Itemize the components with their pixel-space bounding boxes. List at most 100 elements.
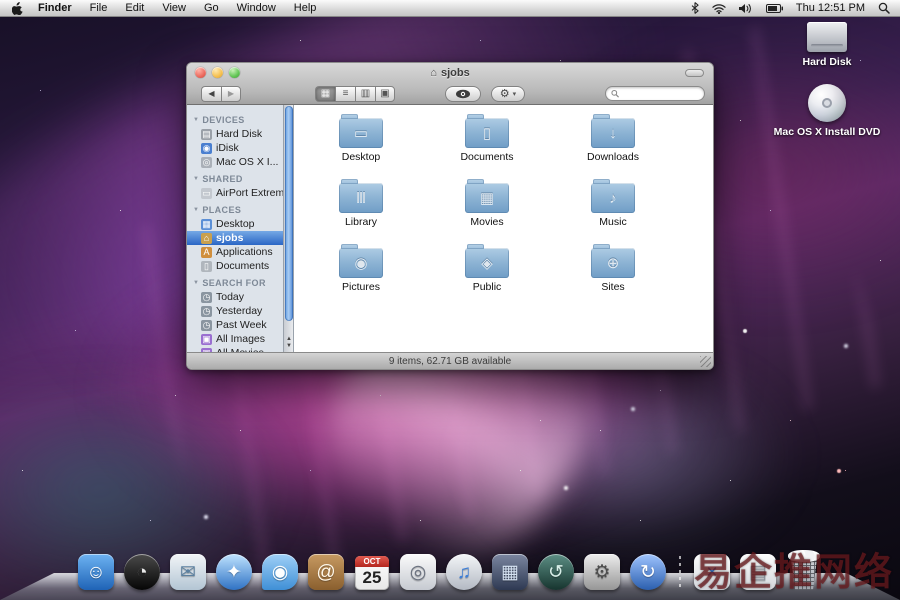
dock-item-address-book[interactable]: @ xyxy=(307,550,345,590)
quick-look-button[interactable] xyxy=(445,86,481,102)
folder-glyph: ◉ xyxy=(339,248,383,278)
folder-label: Music xyxy=(599,216,626,228)
dock-item-mail[interactable]: ✉ xyxy=(169,550,207,590)
window-title: ⌂ sjobs xyxy=(430,67,469,79)
folder-label: Documents xyxy=(460,151,513,163)
coverflow-view-icon[interactable]: ▣ xyxy=(375,86,395,102)
sidebar-item-label: AirPort Extreme xyxy=(216,187,284,199)
desktop-icon-mac-os-x-install-dvd[interactable]: Mac OS X Install DVD xyxy=(772,84,882,138)
folder-label: Public xyxy=(473,281,502,293)
sidebar-item-desktop[interactable]: ▦Desktop xyxy=(187,217,283,231)
folder-documents[interactable]: ▯Documents xyxy=(424,115,550,180)
column-view-icon[interactable]: ▥ xyxy=(355,86,375,102)
spotlight-search-icon[interactable] xyxy=(878,2,890,14)
folder-label: Downloads xyxy=(587,151,639,163)
desktop-folder-icon: ▭ xyxy=(339,118,383,148)
dock-item-software-update[interactable]: ↻ xyxy=(629,550,667,590)
chevron-down-icon: ▾ xyxy=(513,90,517,98)
menu-go[interactable]: Go xyxy=(195,2,228,14)
sidebar-item-all-images[interactable]: ▣All Images xyxy=(187,332,283,346)
dock-item-finder[interactable]: ☺ xyxy=(77,550,115,590)
menu-bar-status-area: Thu 12:51 PM xyxy=(691,2,892,14)
icon-view-icon[interactable]: ▦ xyxy=(315,86,335,102)
folder-pictures[interactable]: ◉Pictures xyxy=(298,245,424,310)
desktop-icon-label: Mac OS X Install DVD xyxy=(774,126,881,138)
dock-item-ical[interactable]: OCT25 xyxy=(353,550,391,590)
dock-item-itunes[interactable]: ♫ xyxy=(445,550,483,590)
dock-glyph: ↻ xyxy=(640,563,656,582)
sidebar-scrollbar[interactable]: ▲▼ xyxy=(284,105,294,352)
search-input[interactable] xyxy=(622,88,699,99)
dock-glyph: ◔ xyxy=(136,563,147,582)
close-button[interactable] xyxy=(195,67,206,78)
desktop-icon-hard-disk[interactable]: Hard Disk xyxy=(772,22,882,68)
finder-sidebar: ▼DEVICES▤Hard Disk◉iDisk◎Mac OS X I...⏏▼… xyxy=(187,105,284,352)
sidebar-item-sjobs[interactable]: ⌂sjobs xyxy=(187,231,283,245)
scrollbar-thumb[interactable] xyxy=(285,106,293,321)
minimize-button[interactable] xyxy=(212,67,223,78)
disclosure-triangle-icon[interactable]: ▼ xyxy=(193,207,199,213)
hard-drive-icon: ▤ xyxy=(201,129,212,140)
folder-downloads[interactable]: ↓Downloads xyxy=(550,115,676,180)
resize-grip[interactable] xyxy=(700,356,711,367)
folder-desktop[interactable]: ▭Desktop xyxy=(298,115,424,180)
back-button[interactable]: ◀ xyxy=(201,86,221,102)
library-folder-icon: Ⅲ xyxy=(339,183,383,213)
sidebar-item-applications[interactable]: AApplications xyxy=(187,245,283,259)
folder-movies[interactable]: ▦Movies xyxy=(424,180,550,245)
folder-label: Library xyxy=(345,216,377,228)
menu-view[interactable]: View xyxy=(153,2,195,14)
folder-music[interactable]: ♪Music xyxy=(550,180,676,245)
menu-file[interactable]: File xyxy=(81,2,117,14)
menu-edit[interactable]: Edit xyxy=(116,2,153,14)
dock-item-iphoto[interactable]: ◎ xyxy=(399,550,437,590)
sidebar-item-mac-os-x-i-[interactable]: ◎Mac OS X I...⏏ xyxy=(187,155,283,169)
zoom-button[interactable] xyxy=(229,67,240,78)
app-menu-finder[interactable]: Finder xyxy=(29,2,81,14)
folder-sites[interactable]: ⊕Sites xyxy=(550,245,676,310)
scrollbar-arrows[interactable]: ▲▼ xyxy=(284,336,294,350)
folder-library[interactable]: Ⅲ Library xyxy=(298,180,424,245)
window-title-bar[interactable]: ⌂ sjobs xyxy=(187,63,713,82)
dock-item-system-preferences[interactable]: ⚙ xyxy=(583,550,621,590)
dock-item-safari[interactable]: ✦ xyxy=(215,550,253,590)
disclosure-triangle-icon[interactable]: ▼ xyxy=(193,176,199,182)
window-chrome[interactable]: ⌂ sjobs ◀ ▶ ▦≡▥▣ ⚙ ▾ xyxy=(187,63,713,105)
sidebar-item-hard-disk[interactable]: ▤Hard Disk xyxy=(187,127,283,141)
wifi-icon[interactable] xyxy=(712,3,726,14)
trash-basket xyxy=(790,560,818,590)
dock-item-documents-stack[interactable]: × xyxy=(693,550,731,590)
search-field[interactable] xyxy=(605,86,705,101)
dock-item-time-machine[interactable]: ↺ xyxy=(537,550,575,590)
sidebar-item-yesterday[interactable]: ◷Yesterday xyxy=(187,304,283,318)
disclosure-triangle-icon[interactable]: ▼ xyxy=(193,117,199,123)
volume-icon[interactable] xyxy=(739,3,753,14)
list-view-icon[interactable]: ≡ xyxy=(335,86,355,102)
sidebar-item-airport-extreme[interactable]: ▭AirPort Extreme xyxy=(187,186,283,200)
sidebar-item-documents[interactable]: ▯Documents xyxy=(187,259,283,273)
toolbar-toggle-button[interactable] xyxy=(685,69,704,77)
menu-window[interactable]: Window xyxy=(228,2,285,14)
folder-content-area[interactable]: ▭Desktop▯Documents↓Downloads Ⅲ Library ▦Mov… xyxy=(294,105,713,352)
finder-icon: ☺ xyxy=(78,554,114,590)
disclosure-triangle-icon[interactable]: ▼ xyxy=(193,280,199,286)
sidebar-item-today[interactable]: ◷Today xyxy=(187,290,283,304)
apple-menu[interactable] xyxy=(8,2,29,15)
home-icon: ⌂ xyxy=(430,67,437,79)
folder-public[interactable]: ◈Public xyxy=(424,245,550,310)
bluetooth-icon[interactable] xyxy=(691,2,699,14)
dock-item-ichat[interactable]: ◉ xyxy=(261,550,299,590)
dock-item-trash[interactable] xyxy=(785,550,823,590)
sidebar-item-past-week[interactable]: ◷Past Week xyxy=(187,318,283,332)
dock-item-downloads-stack[interactable]: ▤ xyxy=(739,550,777,590)
battery-icon[interactable] xyxy=(766,4,783,13)
navigation-buttons: ◀ ▶ xyxy=(201,86,241,102)
menu-bar-clock[interactable]: Thu 12:51 PM xyxy=(796,2,865,14)
dock-item-dashboard[interactable]: ◔ xyxy=(123,550,161,590)
menu-help[interactable]: Help xyxy=(285,2,326,14)
forward-button[interactable]: ▶ xyxy=(221,86,241,102)
sidebar-item-idisk[interactable]: ◉iDisk xyxy=(187,141,283,155)
action-button[interactable]: ⚙ ▾ xyxy=(491,86,525,102)
dock-glyph: ⚙ xyxy=(593,563,610,582)
dock-item-spaces[interactable]: ▦ xyxy=(491,550,529,590)
